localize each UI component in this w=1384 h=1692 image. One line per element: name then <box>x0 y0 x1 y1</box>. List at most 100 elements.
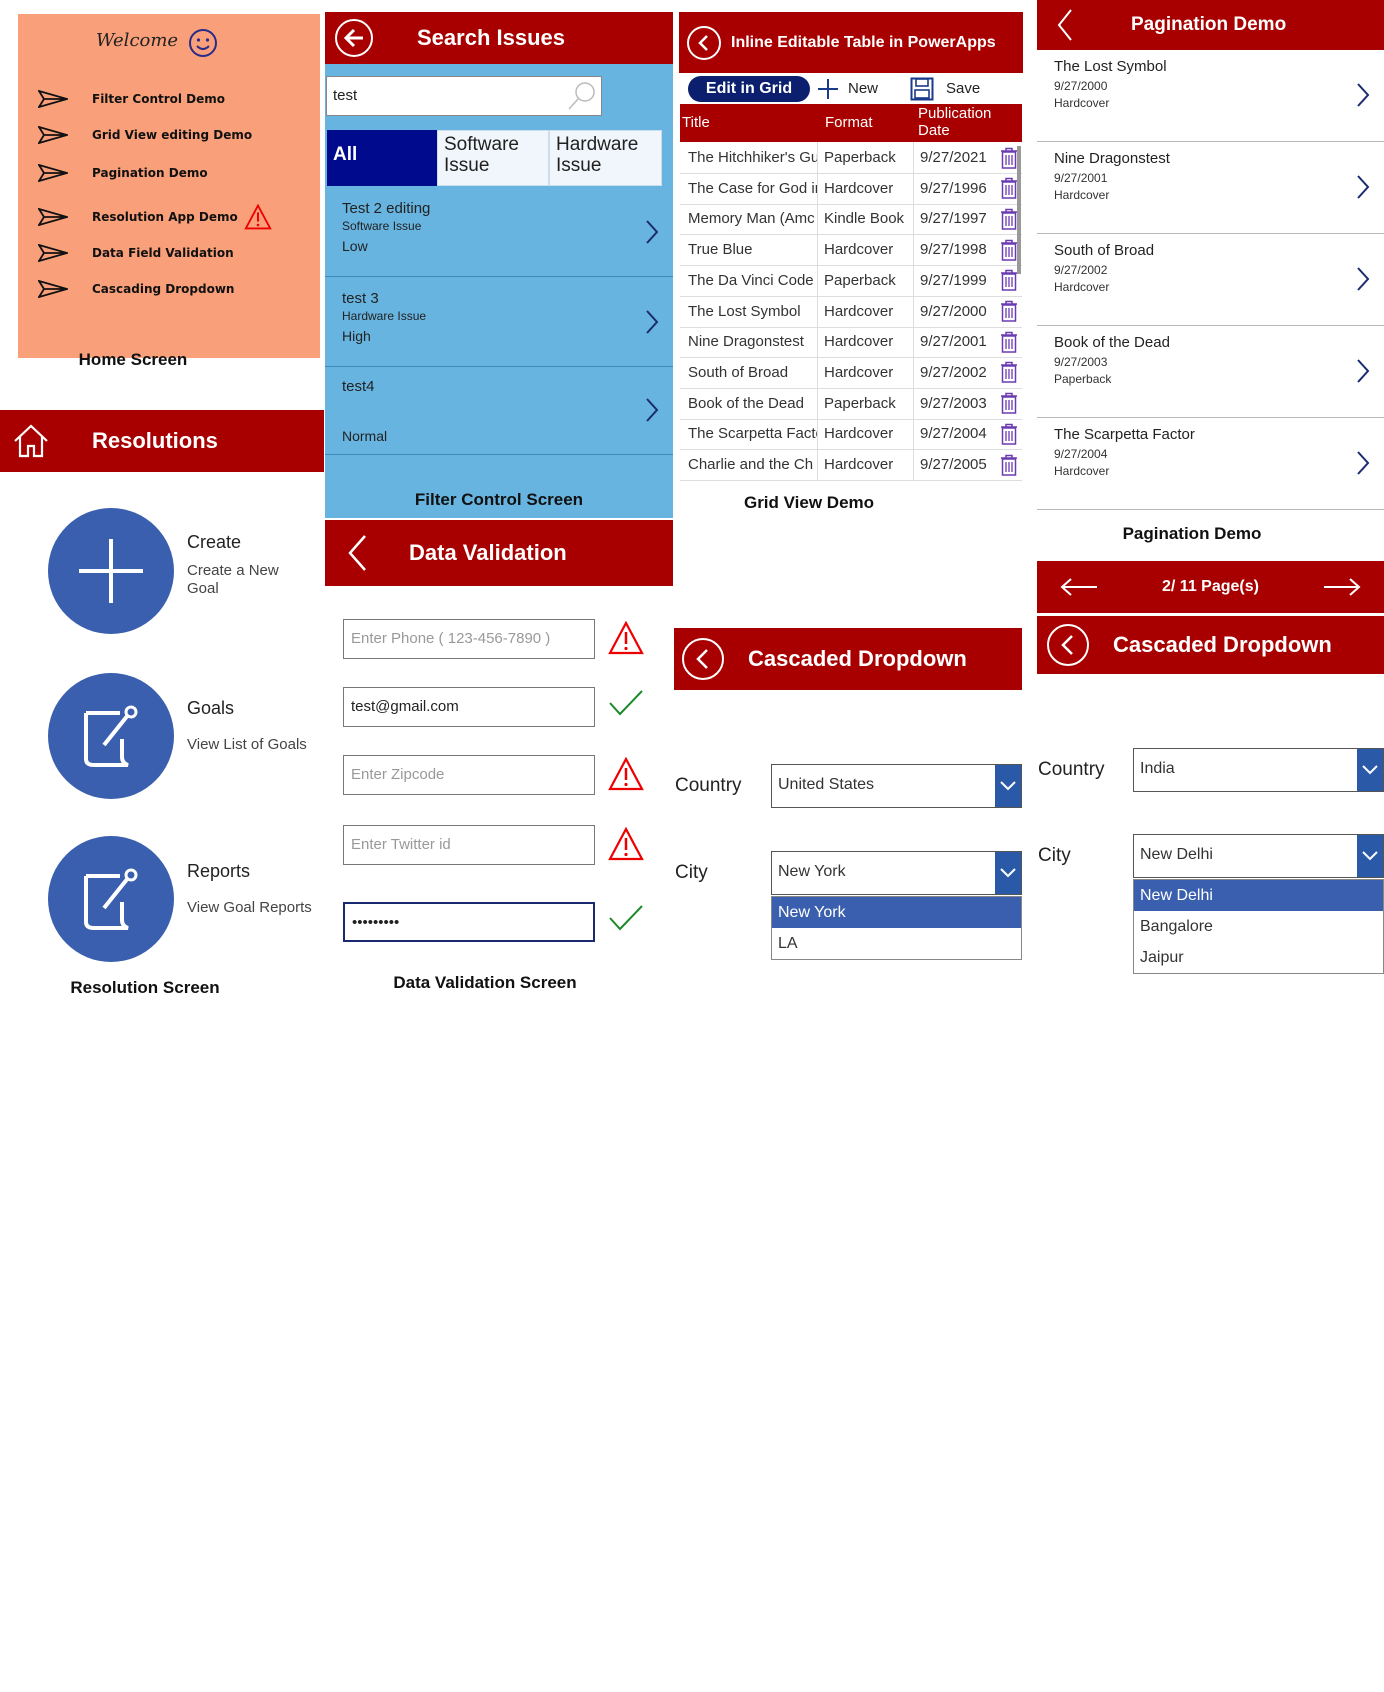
city-option[interactable]: New Delhi <box>1134 880 1383 911</box>
validation-field[interactable]: Enter Zipcode <box>343 755 595 795</box>
cell-title[interactable]: The Da Vinci Code <box>680 264 818 296</box>
cell-date[interactable]: 9/27/2002 <box>914 357 998 388</box>
list-item[interactable]: Book of the Dead 9/27/2003 Paperback <box>1037 326 1384 418</box>
chevron-right-icon[interactable] <box>1356 174 1370 200</box>
cell-date[interactable]: 9/27/2001 <box>914 326 998 357</box>
table-row[interactable]: South of Broad Hardcover 9/27/2002 <box>680 356 1022 389</box>
cell-title[interactable]: The Hitchhiker's Gu <box>680 142 818 173</box>
table-row[interactable]: Nine Dragonstest Hardcover 9/27/2001 <box>680 326 1022 359</box>
cell-date[interactable]: 9/27/1997 <box>914 203 998 234</box>
grid-scrollbar[interactable] <box>1017 146 1021 274</box>
cell-title[interactable]: Book of the Dead <box>680 387 818 419</box>
save-button[interactable]: Save <box>946 80 980 97</box>
cell-date[interactable]: 9/27/2021 <box>914 142 998 173</box>
table-row[interactable]: Charlie and the Ch Hardcover 9/27/2005 <box>680 449 1022 481</box>
cell-format[interactable]: Hardcover <box>818 449 914 480</box>
home-menu-item[interactable]: Cascading Dropdown <box>38 280 234 298</box>
cell-title[interactable]: True Blue <box>680 234 818 266</box>
cell-format[interactable]: Hardcover <box>818 356 914 388</box>
chevron-left-icon[interactable] <box>1057 8 1073 42</box>
country-dropdown[interactable]: India <box>1133 748 1384 792</box>
arrow-right-icon[interactable] <box>1322 577 1362 597</box>
save-icon[interactable] <box>910 77 934 101</box>
list-item[interactable]: Nine Dragonstest 9/27/2001 Hardcover <box>1037 142 1384 234</box>
cell-title[interactable]: The Lost Symbol <box>680 295 818 327</box>
cell-date[interactable]: 9/27/1998 <box>914 234 998 265</box>
issue-item[interactable]: test4 Normal <box>325 363 673 455</box>
goals-button[interactable] <box>48 673 174 799</box>
chevron-right-icon[interactable] <box>1356 450 1370 476</box>
list-item[interactable]: South of Broad 9/27/2002 Hardcover <box>1037 234 1384 326</box>
validation-field[interactable]: ••••••••• <box>343 902 595 942</box>
cell-date[interactable]: 9/27/2005 <box>914 449 998 480</box>
cell-format[interactable]: Paperback <box>818 142 914 173</box>
tab-software-issue[interactable]: Software Issue <box>437 130 549 186</box>
city-option[interactable]: LA <box>772 928 1021 959</box>
cell-format[interactable]: Paperback <box>818 264 914 296</box>
cell-format[interactable]: Paperback <box>818 387 914 419</box>
cell-format[interactable]: Hardcover <box>818 418 914 450</box>
reports-button[interactable] <box>48 836 174 962</box>
cell-date[interactable]: 9/27/1996 <box>914 173 998 204</box>
cell-format[interactable]: Hardcover <box>818 234 914 266</box>
chevron-right-icon[interactable] <box>645 309 659 335</box>
cell-title[interactable]: Charlie and the Ch <box>680 449 818 480</box>
city-option[interactable]: New York <box>772 897 1021 928</box>
back-button[interactable] <box>335 19 373 57</box>
create-button[interactable] <box>48 508 174 634</box>
trash-icon[interactable] <box>998 423 1020 445</box>
cell-title[interactable]: Memory Man (Amc <box>680 203 818 235</box>
arrow-left-icon[interactable] <box>1059 577 1099 597</box>
back-button[interactable] <box>682 638 724 680</box>
cell-title[interactable]: Nine Dragonstest <box>680 326 818 358</box>
table-row[interactable]: The Lost Symbol Hardcover 9/27/2000 <box>680 295 1022 328</box>
home-icon[interactable] <box>12 422 50 460</box>
trash-icon[interactable] <box>998 392 1020 414</box>
home-menu-item[interactable]: Data Field Validation <box>38 244 234 262</box>
table-row[interactable]: True Blue Hardcover 9/27/1998 <box>680 234 1022 267</box>
chevron-right-icon[interactable] <box>1356 358 1370 384</box>
issue-item[interactable]: test 3 Hardware Issue High <box>325 275 673 367</box>
table-row[interactable]: Book of the Dead Paperback 9/27/2003 <box>680 387 1022 420</box>
chevron-left-icon[interactable] <box>347 534 367 572</box>
trash-icon[interactable] <box>998 361 1020 384</box>
chevron-right-icon[interactable] <box>1356 82 1370 108</box>
home-menu-item[interactable]: Resolution App Demo <box>38 204 272 230</box>
cell-title[interactable]: South of Broad <box>680 356 818 388</box>
table-row[interactable]: The Hitchhiker's Gu Paperback 9/27/2021 <box>680 142 1022 174</box>
back-button[interactable] <box>687 25 721 60</box>
validation-field[interactable]: test@gmail.com <box>343 687 595 727</box>
tab-all[interactable]: All <box>327 130 437 186</box>
city-option[interactable]: Bangalore <box>1134 911 1383 942</box>
home-menu-item[interactable]: Pagination Demo <box>38 164 208 182</box>
table-row[interactable]: Memory Man (Amc Kindle Book 9/27/1997 <box>680 203 1022 236</box>
trash-icon[interactable] <box>998 454 1020 476</box>
table-row[interactable]: The Case for God ir Hardcover 9/27/1996 <box>680 172 1022 205</box>
new-button[interactable]: New <box>848 80 878 97</box>
chevron-down-icon[interactable] <box>1357 749 1383 791</box>
validation-field[interactable]: Enter Twitter id <box>343 825 595 865</box>
home-menu-item[interactable]: Grid View editing Demo <box>38 126 252 144</box>
list-item[interactable]: The Scarpetta Factor 9/27/2004 Hardcover <box>1037 418 1384 510</box>
back-button[interactable] <box>1047 624 1089 666</box>
city-dropdown[interactable]: New York <box>771 851 1022 895</box>
trash-icon[interactable] <box>998 331 1020 353</box>
chevron-down-icon[interactable] <box>1357 835 1383 877</box>
chevron-right-icon[interactable] <box>1356 266 1370 292</box>
plus-icon[interactable] <box>817 78 839 100</box>
cell-format[interactable]: Kindle Book <box>818 203 914 235</box>
search-input[interactable]: test <box>326 76 602 116</box>
cell-format[interactable]: Hardcover <box>818 172 914 204</box>
cell-format[interactable]: Hardcover <box>818 295 914 327</box>
cell-date[interactable]: 9/27/1999 <box>914 265 998 296</box>
chevron-down-icon[interactable] <box>995 852 1021 894</box>
cell-format[interactable]: Hardcover <box>818 326 914 358</box>
city-dropdown[interactable]: New Delhi <box>1133 834 1384 878</box>
chevron-right-icon[interactable] <box>645 219 659 245</box>
home-menu-item[interactable]: Filter Control Demo <box>38 90 225 108</box>
issue-item[interactable]: Test 2 editing Software Issue Low <box>325 185 673 277</box>
tab-hardware-issue[interactable]: Hardware Issue <box>549 130 662 186</box>
list-item[interactable]: The Lost Symbol 9/27/2000 Hardcover <box>1037 50 1384 142</box>
city-option[interactable]: Jaipur <box>1134 942 1383 973</box>
cell-date[interactable]: 9/27/2000 <box>914 296 998 327</box>
